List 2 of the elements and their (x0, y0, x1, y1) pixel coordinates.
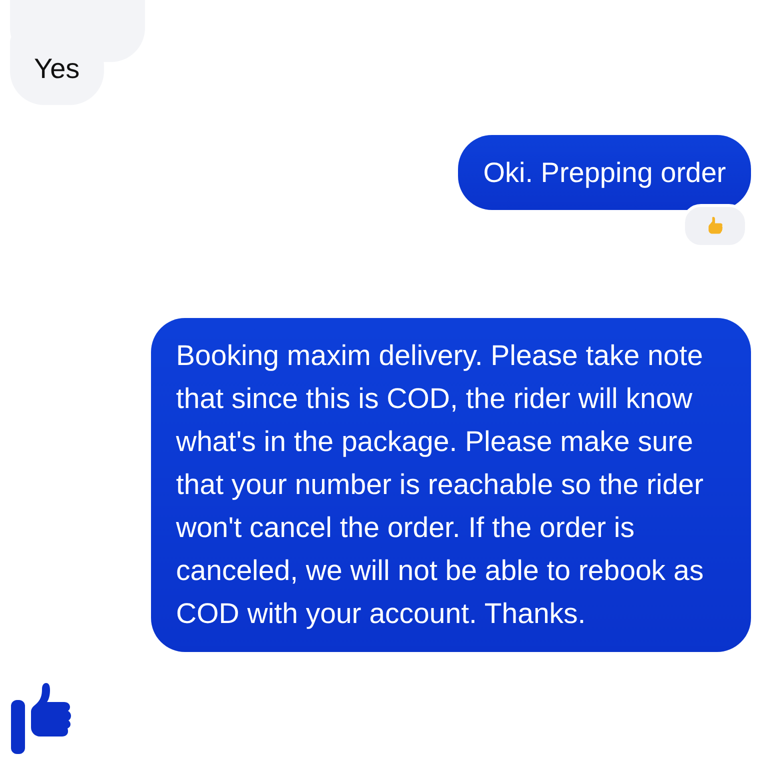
message-bubble: Oki. Prepping order (458, 135, 751, 210)
message-bubble: Booking maxim delivery. Please take note that since this is COD, the rider will know what's in the package. Please make sure that your number is reachable so the rider won't cancel the order. If the order is canceled, we will not be able to rebook as COD with your account. Thanks. (151, 318, 751, 652)
